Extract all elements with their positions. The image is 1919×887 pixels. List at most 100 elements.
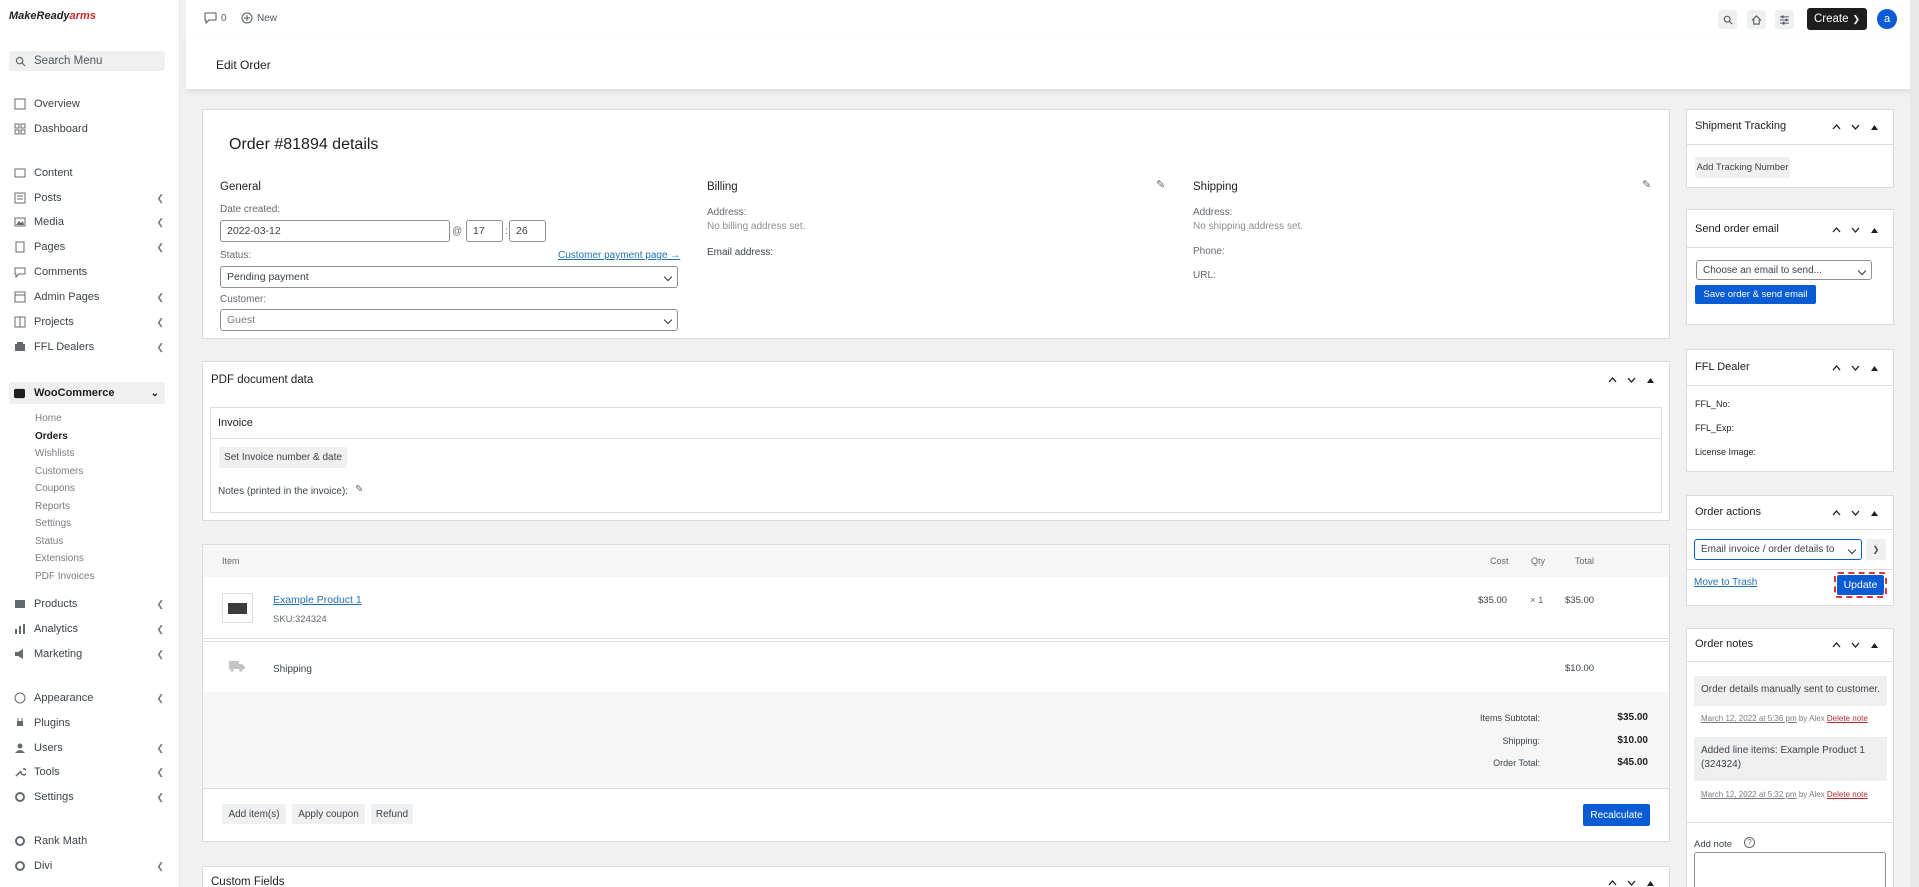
settings-button[interactable] — [1775, 10, 1794, 29]
collapse-toggle-icon[interactable] — [1869, 122, 1879, 132]
avatar[interactable]: a — [1877, 9, 1897, 29]
comments-button[interactable]: 0 — [204, 12, 227, 24]
nav-tools[interactable]: Tools ❮ — [14, 763, 164, 781]
refund-button[interactable]: Refund — [371, 804, 413, 824]
edit-billing-icon[interactable]: ✎ — [1156, 178, 1165, 191]
submenu-home[interactable]: Home — [35, 413, 62, 424]
order-action-select[interactable]: Email invoice / order details to — [1694, 539, 1862, 560]
add-items-button[interactable]: Add item(s) — [222, 804, 286, 824]
search-button[interactable] — [1718, 10, 1737, 29]
collapse-toggle-icon[interactable] — [1869, 225, 1879, 235]
nav-settings[interactable]: Settings ❮ — [14, 788, 164, 806]
woocommerce-icon — [14, 388, 25, 398]
tracking-controls — [1831, 122, 1879, 132]
search-menu-placeholder: Search Menu — [34, 55, 103, 67]
edit-shipping-icon[interactable]: ✎ — [1642, 178, 1651, 191]
chevron-down-icon[interactable] — [1850, 508, 1860, 518]
nav-projects[interactable]: Projects ❮ — [14, 313, 164, 331]
update-button[interactable]: Update — [1837, 575, 1884, 595]
product-link[interactable]: Example Product 1 — [273, 594, 362, 606]
chevron-down-icon[interactable] — [1850, 363, 1860, 373]
nav-plugins[interactable]: Plugins — [14, 714, 164, 732]
nav-admin-pages[interactable]: Admin Pages ❮ — [14, 288, 164, 306]
nav-comments[interactable]: Comments — [14, 263, 164, 281]
submenu-coupons[interactable]: Coupons — [35, 483, 75, 494]
customer-payment-page-link[interactable]: Customer payment page → — [558, 250, 680, 261]
home-button[interactable] — [1747, 10, 1766, 29]
chevron-up-icon[interactable] — [1831, 122, 1841, 132]
nav-users[interactable]: Users ❮ — [14, 739, 164, 757]
create-button[interactable]: Create ❯ — [1807, 8, 1867, 30]
chevron-up-icon[interactable] — [1831, 640, 1841, 650]
collapse-toggle-icon[interactable] — [1645, 375, 1655, 385]
billing-address-label: Address: — [707, 207, 747, 218]
run-action-button[interactable]: ❯ — [1866, 539, 1886, 560]
nav-woocommerce[interactable]: WooCommerce ⌄ — [9, 382, 165, 404]
submenu-settings[interactable]: Settings — [35, 518, 71, 529]
delete-note-link[interactable]: Delete note — [1827, 790, 1868, 799]
nav-products[interactable]: Products ❮ — [14, 595, 164, 613]
chevron-up-icon[interactable] — [1607, 878, 1617, 887]
delete-note-link[interactable]: Delete note — [1827, 714, 1868, 723]
nav-marketing[interactable]: Marketing ❮ — [14, 645, 164, 663]
help-icon[interactable]: ? — [1744, 837, 1755, 848]
new-button[interactable]: New — [241, 12, 277, 24]
collapse-toggle-icon[interactable] — [1645, 878, 1655, 887]
nav-content[interactable]: Content — [14, 164, 164, 182]
nav-pages[interactable]: Pages ❮ — [14, 238, 164, 256]
nav-posts[interactable]: Posts ❮ — [14, 189, 164, 207]
collapse-toggle-icon[interactable] — [1869, 363, 1879, 373]
chevron-down-icon[interactable] — [1850, 122, 1860, 132]
set-invoice-number-button[interactable]: Set Invoice number & date — [219, 447, 347, 468]
nav-media[interactable]: Media ❮ — [14, 213, 164, 231]
add-tracking-number-button[interactable]: Add Tracking Number — [1695, 157, 1790, 178]
edit-notes-icon[interactable]: ✎ — [355, 484, 363, 495]
submenu-status[interactable]: Status — [35, 536, 63, 547]
apply-coupon-button[interactable]: Apply coupon — [292, 804, 365, 824]
status-select[interactable]: Pending payment — [220, 266, 678, 288]
nav-overview[interactable]: Overview — [14, 95, 164, 113]
nav-divi[interactable]: Divi ❮ — [14, 857, 164, 875]
submenu-wishlists[interactable]: Wishlists — [35, 448, 74, 459]
chevron-left-icon: ❮ — [156, 766, 164, 777]
chevron-up-icon[interactable] — [1831, 363, 1841, 373]
site-logo[interactable]: MakeReadyarms — [9, 10, 96, 22]
collapse-toggle-icon[interactable] — [1869, 508, 1879, 518]
collapse-toggle-icon[interactable] — [1869, 640, 1879, 650]
chevron-up-icon[interactable] — [1607, 375, 1617, 385]
nav-appearance[interactable]: Appearance ❮ — [14, 689, 164, 707]
chevron-down-icon[interactable] — [1626, 375, 1636, 385]
comments-count: 0 — [221, 12, 227, 24]
submenu-orders[interactable]: Orders — [35, 431, 68, 442]
subtotal-value: $35.00 — [1617, 712, 1648, 723]
add-note-textarea[interactable] — [1694, 852, 1886, 887]
nav-ffl-dealers[interactable]: FFL Dealers ❮ — [14, 338, 164, 356]
chevron-down-icon[interactable] — [1626, 878, 1636, 887]
save-send-email-button[interactable]: Save order & send email — [1695, 285, 1816, 304]
submenu-extensions[interactable]: Extensions — [35, 553, 84, 564]
scrollbar[interactable] — [1910, 0, 1919, 887]
nav-label: Dashboard — [34, 123, 88, 135]
customer-select[interactable]: Guest — [220, 309, 678, 331]
chevron-down-icon[interactable] — [1850, 225, 1860, 235]
chevron-left-icon: ❮ — [156, 692, 164, 703]
email-select[interactable]: Choose an email to send... — [1696, 260, 1872, 280]
move-to-trash-link[interactable]: Move to Trash — [1694, 577, 1757, 588]
hour-input[interactable]: 17 — [466, 220, 503, 242]
date-created-input[interactable]: 2022-03-12 — [220, 220, 450, 242]
products-icon — [15, 600, 25, 608]
minute-input[interactable]: 26 — [509, 220, 546, 242]
customer-label: Customer: — [220, 294, 267, 305]
nav-rank-math[interactable]: Rank Math — [14, 832, 164, 850]
chevron-down-icon[interactable] — [1850, 640, 1860, 650]
submenu-pdf-invoices[interactable]: PDF Invoices — [35, 571, 94, 582]
recalculate-button[interactable]: Recalculate — [1583, 804, 1650, 826]
submenu-customers[interactable]: Customers — [35, 466, 83, 477]
search-menu-input[interactable]: Search Menu — [9, 51, 165, 71]
submenu-reports[interactable]: Reports — [35, 501, 70, 512]
chevron-up-icon[interactable] — [1831, 508, 1841, 518]
chevron-up-icon[interactable] — [1831, 225, 1841, 235]
nav-analytics[interactable]: Analytics ❮ — [14, 620, 164, 638]
nav-dashboard[interactable]: Dashboard — [14, 120, 164, 138]
order-note: Added line items: Example Product 1 (324… — [1694, 737, 1887, 781]
